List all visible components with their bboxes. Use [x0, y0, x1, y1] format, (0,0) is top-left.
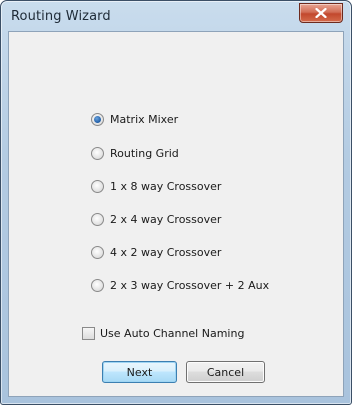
auto-channel-naming-option[interactable]: Use Auto Channel Naming: [82, 325, 244, 341]
dialog-client-area: Matrix Mixer Routing Grid 1 x 8 way Cros…: [8, 31, 344, 397]
option-label: Routing Grid: [110, 146, 179, 160]
option-2x4-crossover[interactable]: 2 x 4 way Crossover: [91, 211, 221, 227]
option-routing-grid[interactable]: Routing Grid: [91, 145, 179, 161]
next-button[interactable]: Next: [102, 361, 177, 383]
checkbox-label: Use Auto Channel Naming: [100, 326, 245, 340]
close-icon: [315, 8, 327, 18]
routing-wizard-window: Routing Wizard Matrix Mixer Routing Grid…: [0, 0, 352, 405]
radio-selected-dot: [94, 115, 101, 123]
radio-button[interactable]: [91, 212, 104, 226]
window-title: Routing Wizard: [11, 9, 111, 24]
option-label: 2 x 4 way Crossover: [110, 212, 222, 226]
radio-button[interactable]: [91, 112, 104, 126]
radio-button[interactable]: [91, 146, 104, 160]
option-1x8-crossover[interactable]: 1 x 8 way Crossover: [91, 178, 221, 194]
radio-button[interactable]: [91, 278, 104, 292]
auto-channel-naming-checkbox[interactable]: [82, 326, 95, 340]
cancel-button[interactable]: Cancel: [186, 361, 265, 383]
option-matrix-mixer[interactable]: Matrix Mixer: [91, 111, 178, 127]
option-label: 1 x 8 way Crossover: [110, 179, 222, 193]
option-label: Matrix Mixer: [110, 112, 179, 126]
option-label: 4 x 2 way Crossover: [110, 245, 222, 259]
option-4x2-crossover[interactable]: 4 x 2 way Crossover: [91, 244, 221, 260]
radio-button[interactable]: [91, 245, 104, 259]
close-button[interactable]: [299, 3, 343, 23]
option-label: 2 x 3 way Crossover + 2 Aux: [110, 278, 270, 292]
option-2x3-crossover-2aux[interactable]: 2 x 3 way Crossover + 2 Aux: [91, 277, 269, 293]
radio-button[interactable]: [91, 179, 104, 193]
